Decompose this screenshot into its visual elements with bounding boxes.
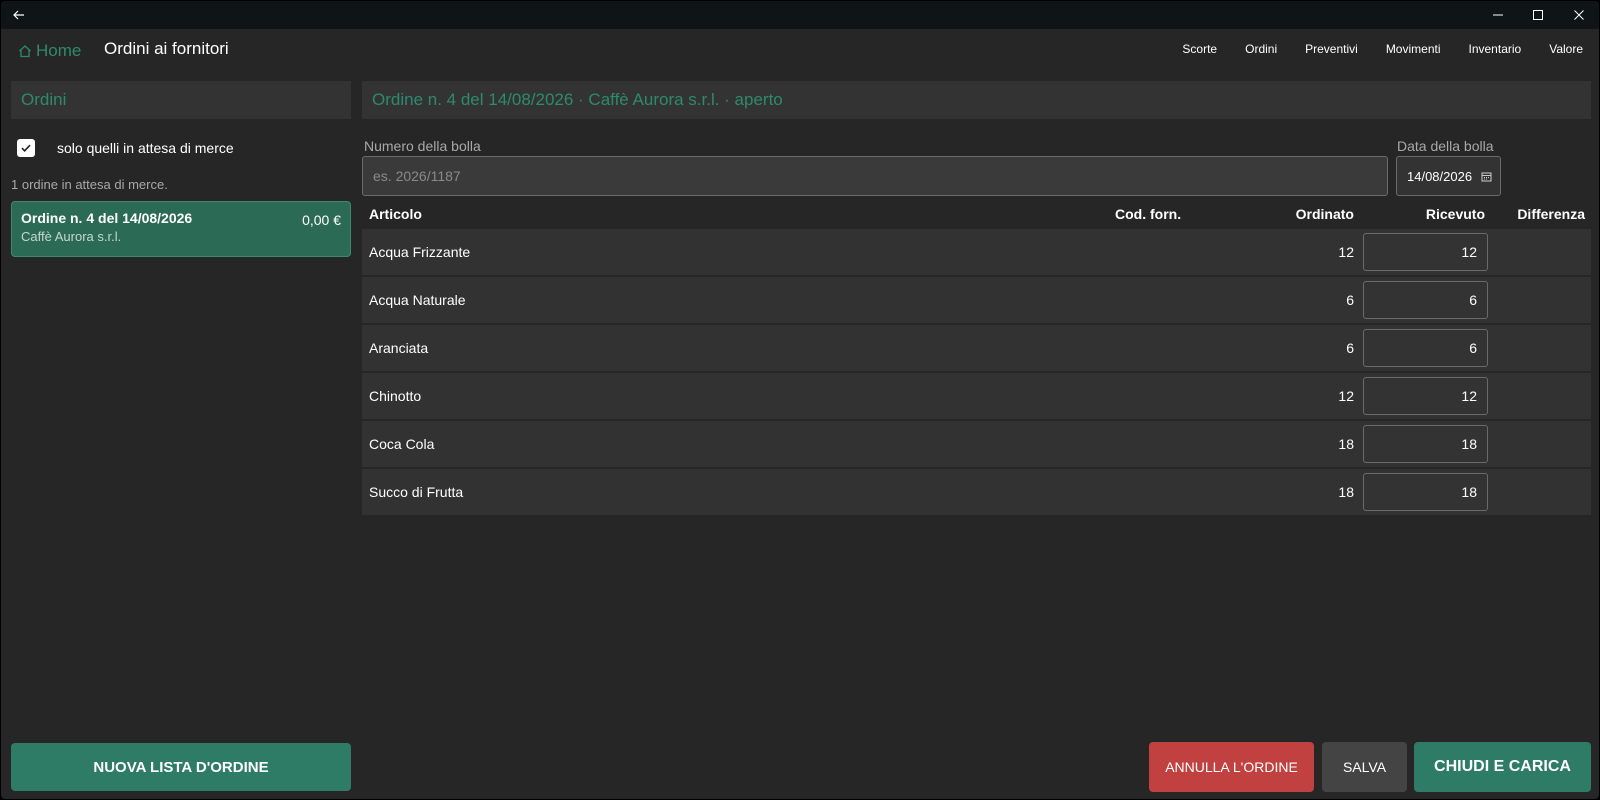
nav-link-scorte[interactable]: Scorte (1182, 42, 1217, 56)
row-ricevuto-input[interactable]: 6 (1363, 329, 1488, 367)
col-ordinato: Ordinato (1295, 206, 1354, 222)
table-row: Chinotto 12 12 (362, 373, 1591, 419)
title-bar (1, 1, 1599, 29)
cancel-order-button[interactable]: ANNULLA L'ORDINE (1149, 742, 1314, 792)
row-ordinato: 12 (1338, 244, 1354, 260)
order-title: Ordine n. 4 del 14/08/2026 (21, 210, 193, 226)
row-articolo: Chinotto (369, 388, 422, 404)
row-ricevuto-input[interactable]: 12 (1363, 233, 1488, 271)
close-icon[interactable] (1556, 1, 1599, 29)
table-row: Acqua Naturale 6 6 (362, 277, 1591, 323)
nav-link-ordini[interactable]: Ordini (1245, 42, 1277, 56)
order-items-table: Articolo Cod. forn. Ordinato Ricevuto Di… (362, 203, 1591, 515)
order-detail-header: Ordine n. 4 del 14/08/2026 · Caffè Auror… (362, 81, 1591, 119)
order-list-item[interactable]: Ordine n. 4 del 14/08/2026 0,00 € Caffè … (11, 201, 351, 257)
home-link[interactable]: Home (18, 40, 81, 62)
nav-link-movimenti[interactable]: Movimenti (1386, 42, 1441, 56)
bolla-date-label: Data della bolla (1397, 138, 1494, 154)
page-title: Ordini ai fornitori (104, 39, 229, 58)
home-icon (19, 45, 31, 58)
row-articolo: Acqua Naturale (369, 292, 466, 308)
row-ordinato: 6 (1346, 292, 1354, 308)
row-articolo: Succo di Frutta (369, 484, 464, 500)
orders-panel-header: Ordini (11, 81, 351, 119)
row-ordinato: 6 (1346, 340, 1354, 356)
table-row: Aranciata 6 6 (362, 325, 1591, 371)
table-row: Succo di Frutta 18 18 (362, 469, 1591, 515)
back-icon[interactable] (9, 5, 29, 25)
home-label: Home (36, 41, 82, 60)
save-button[interactable]: SALVA (1322, 742, 1407, 792)
row-ricevuto-input[interactable]: 6 (1363, 281, 1488, 319)
nav-link-valore[interactable]: Valore (1549, 42, 1583, 56)
nav-links: Scorte Ordini Preventivi Movimenti Inven… (1154, 42, 1583, 56)
new-order-list-button[interactable]: NUOVA LISTA D'ORDINE (11, 743, 351, 791)
row-articolo: Acqua Frizzante (369, 244, 471, 260)
bolla-date-picker[interactable]: 14/08/2026 (1396, 156, 1501, 196)
table-row: Coca Cola 18 18 (362, 421, 1591, 467)
nav-link-inventario[interactable]: Inventario (1469, 42, 1522, 56)
row-ordinato: 18 (1338, 436, 1354, 452)
waiting-filter[interactable]: solo quelli in attesa di merce (17, 139, 234, 157)
row-ricevuto-input[interactable]: 18 (1363, 473, 1488, 511)
app-window: Home Ordini ai fornitori Scorte Ordini P… (1, 1, 1599, 799)
order-total: 0,00 € (302, 212, 341, 228)
nav-link-preventivi[interactable]: Preventivi (1305, 42, 1358, 56)
table-row: Acqua Frizzante 12 12 (362, 229, 1591, 275)
row-ricevuto-input[interactable]: 12 (1363, 377, 1488, 415)
bolla-number-label: Numero della bolla (364, 138, 481, 154)
waiting-filter-checkbox[interactable] (17, 139, 35, 157)
orders-count: 1 ordine in attesa di merce. (11, 177, 168, 192)
maximize-icon[interactable] (1515, 1, 1561, 29)
row-ordinato: 12 (1338, 388, 1354, 404)
bolla-date-value: 14/08/2026 (1407, 168, 1473, 184)
col-ricevuto: Ricevuto (1425, 206, 1485, 222)
row-articolo: Aranciata (369, 340, 429, 356)
close-and-load-button[interactable]: CHIUDI E CARICA (1414, 742, 1591, 792)
order-supplier: Caffè Aurora s.r.l. (21, 229, 122, 244)
calendar-icon (1481, 172, 1492, 182)
check-icon (21, 144, 31, 152)
bolla-number-input[interactable] (362, 156, 1388, 196)
row-articolo: Coca Cola (369, 436, 435, 452)
table-header: Articolo Cod. forn. Ordinato Ricevuto Di… (362, 203, 1591, 227)
waiting-filter-label: solo quelli in attesa di merce (57, 140, 234, 156)
nav-bar: Home Ordini ai fornitori Scorte Ordini P… (1, 29, 1599, 73)
row-ricevuto-input[interactable]: 18 (1363, 425, 1488, 463)
col-cod-forn: Cod. forn. (1115, 206, 1182, 222)
row-ordinato: 18 (1338, 484, 1354, 500)
col-differenza: Differenza (1517, 206, 1585, 222)
col-articolo: Articolo (369, 206, 422, 222)
